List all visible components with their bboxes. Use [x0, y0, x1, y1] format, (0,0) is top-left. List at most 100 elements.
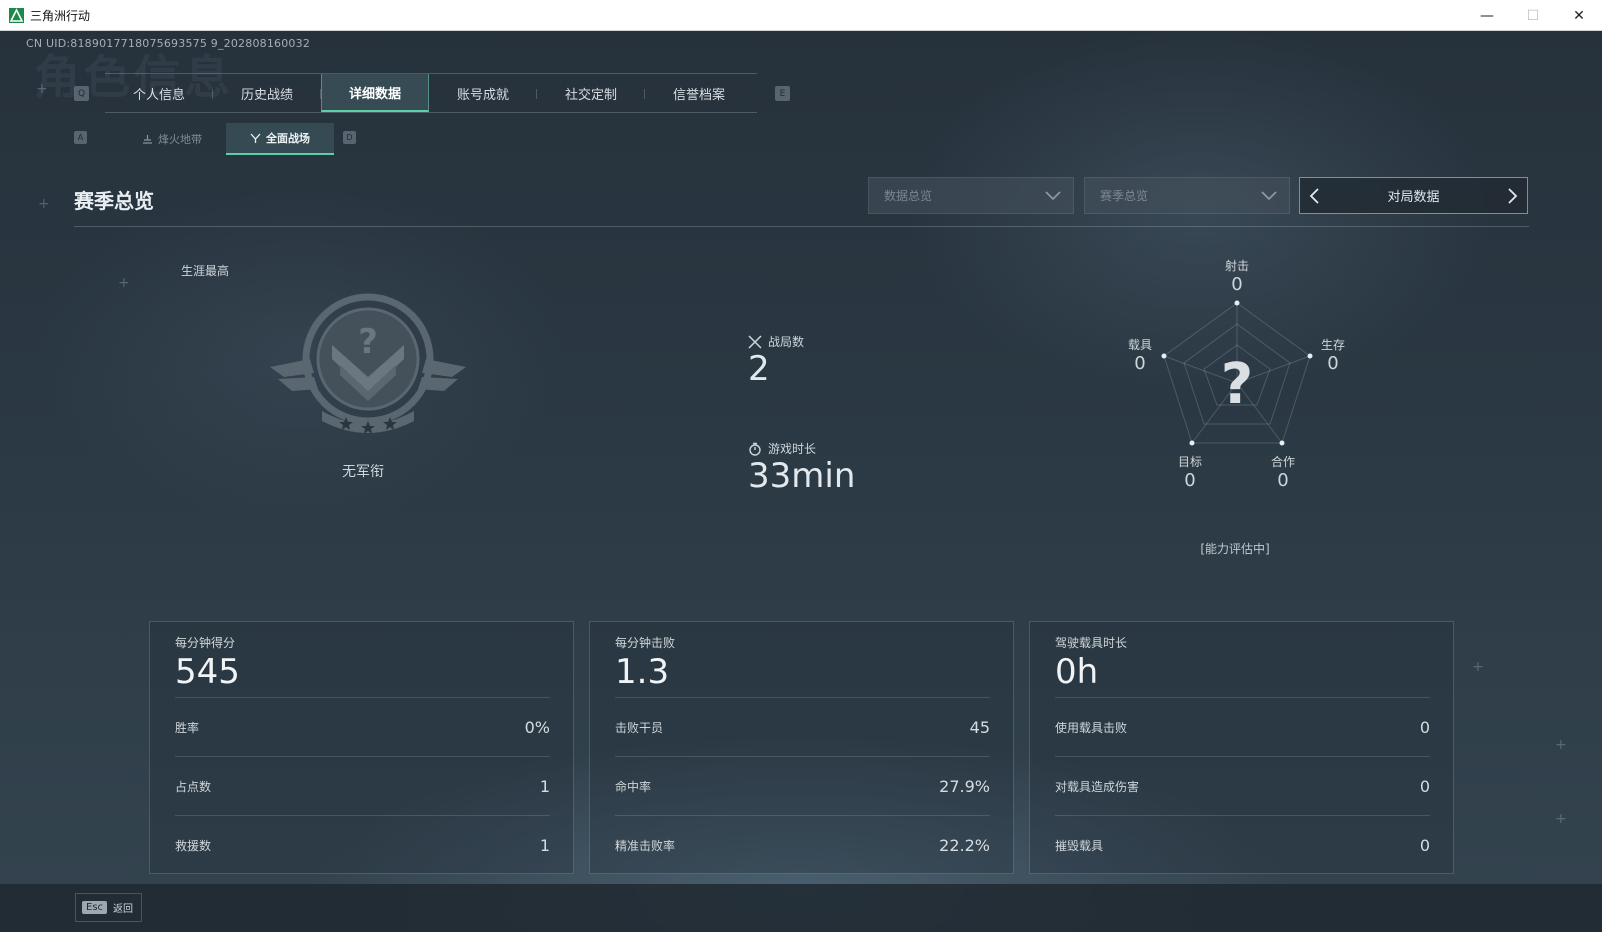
card-row: 胜率 0%: [175, 697, 550, 756]
data-type-dropdown[interactable]: 数据总览: [868, 177, 1074, 214]
section-divider: [74, 226, 1529, 227]
card-head-label: 驾驶载具时长: [1055, 636, 1128, 650]
card-head-value: 1.3: [615, 652, 670, 692]
chevron-down-icon: [1045, 191, 1061, 201]
grid-marker-icon: +: [36, 81, 48, 97]
tab-label: 社交定制: [564, 87, 617, 103]
row-value: 0: [1419, 835, 1430, 855]
subtab-hazard-zone[interactable]: 烽火地带: [118, 123, 226, 155]
row-value: 0: [1419, 717, 1430, 737]
back-button[interactable]: Esc 返回: [75, 893, 142, 922]
row-label: 占点数: [175, 779, 212, 794]
radar-axis-objective-label: 目标: [1177, 455, 1202, 469]
window-controls: — ☐ ✕: [1464, 0, 1602, 31]
sub-tab-bar: 烽火地带 全面战场: [118, 123, 334, 155]
switcher-label: 对局数据: [1387, 190, 1440, 205]
next-subtab-key-hint[interactable]: D: [343, 131, 356, 144]
esc-key-hint: Esc: [82, 901, 108, 914]
row-label: 胜率: [175, 720, 200, 735]
playtime-label: 游戏时长: [748, 440, 816, 457]
card-row: 精准击败率 22.2%: [615, 815, 990, 874]
grid-marker-icon: +: [118, 275, 130, 291]
minimize-button[interactable]: —: [1464, 0, 1510, 31]
playtime-value: 33min: [748, 456, 856, 496]
footer-bar: Esc 返回: [0, 884, 1602, 932]
radar-axis-shooting-value: 0: [1231, 274, 1243, 295]
row-label: 救援数: [175, 838, 212, 853]
radar-axis-vehicle-value: 0: [1134, 353, 1146, 374]
card-row: 使用载具击败 0: [1055, 697, 1430, 756]
window-titlebar: 三角洲行动 — ☐ ✕: [0, 0, 1602, 31]
subtab-battlefield[interactable]: 全面战场: [226, 123, 334, 155]
row-label: 命中率: [615, 779, 652, 794]
card-head-value: 0h: [1055, 652, 1099, 692]
tab-label: 历史战绩: [240, 87, 293, 103]
player-uid: CN UID:8189017718075693575 9_20280816003…: [26, 37, 311, 50]
next-tab-key-hint[interactable]: E: [775, 86, 790, 101]
stopwatch-icon: [749, 442, 761, 456]
game-viewport: 角色信息 CN UID:8189017718075693575 9_202808…: [0, 31, 1602, 932]
rank-name: 无军衔: [342, 464, 384, 480]
career-high-label: 生涯最高: [181, 264, 230, 278]
tab-reputation[interactable]: 信誉档案: [645, 74, 753, 112]
card-row: 占点数 1: [175, 756, 550, 815]
row-label: 对载具造成伤害: [1055, 779, 1140, 794]
stat-card-score: 每分钟得分 545 胜率 0% 占点数 1 救援数 1: [149, 621, 574, 874]
subtab-label: 烽火地带: [158, 133, 202, 146]
hazard-icon: [143, 134, 152, 144]
close-button[interactable]: ✕: [1556, 0, 1602, 31]
chevron-left-icon[interactable]: [1308, 187, 1322, 205]
radar-unknown-icon: ?: [1221, 352, 1253, 417]
card-row: 摧毁载具 0: [1055, 815, 1430, 874]
row-label: 使用载具击败: [1055, 720, 1128, 735]
back-label: 返回: [113, 904, 134, 915]
tab-label: 信誉档案: [672, 87, 725, 103]
tab-social[interactable]: 社交定制: [537, 74, 645, 112]
row-value: 27.9%: [939, 776, 990, 796]
app-logo-icon: [9, 7, 24, 23]
grid-marker-icon: +: [1555, 737, 1567, 753]
grid-marker-icon: +: [1472, 659, 1484, 675]
rank-badge-unknown-icon: ?: [270, 293, 466, 434]
matches-label-text: 战局数: [768, 335, 805, 349]
row-label: 精准击败率: [615, 838, 676, 853]
tab-personal-info[interactable]: 个人信息: [105, 74, 213, 112]
tab-history[interactable]: 历史战绩: [213, 74, 321, 112]
maximize-button[interactable]: ☐: [1510, 0, 1556, 31]
radar-axis-objective-value: 0: [1184, 470, 1196, 491]
radar-axis-teamwork-label: 合作: [1270, 455, 1295, 469]
crossed-swords-icon: [748, 334, 762, 349]
dropdown-value: 数据总览: [884, 189, 933, 203]
subtab-label: 全面战场: [266, 132, 310, 145]
radar-axis-vehicle-label: 载具: [1127, 338, 1152, 352]
tab-label: 账号成就: [456, 87, 509, 103]
grid-marker-icon: +: [1555, 811, 1567, 827]
tab-detailed-data[interactable]: 详细数据: [321, 74, 429, 112]
battlefield-icon: [250, 133, 261, 143]
chevron-right-icon[interactable]: [1505, 187, 1519, 205]
row-value: 0: [1419, 776, 1430, 796]
card-head-label: 每分钟击败: [615, 636, 676, 650]
stat-card-kills: 每分钟击败 1.3 击败干员 45 命中率 27.9% 精准击败率 22.2%: [589, 621, 1014, 874]
stat-card-vehicle: 驾驶载具时长 0h 使用载具击败 0 对载具造成伤害 0 摧毁载具 0: [1029, 621, 1454, 874]
radar-axis-shooting-label: 射击: [1224, 259, 1249, 273]
season-dropdown[interactable]: 赛季总览: [1084, 177, 1290, 214]
prev-tab-key-hint[interactable]: Q: [74, 86, 89, 101]
tab-achievements[interactable]: 账号成就: [429, 74, 537, 112]
matches-value: 2: [748, 349, 770, 389]
row-value: 22.2%: [939, 835, 990, 855]
tab-label: 个人信息: [132, 87, 185, 103]
card-row: 救援数 1: [175, 815, 550, 874]
card-row: 对载具造成伤害 0: [1055, 756, 1430, 815]
matches-label: 战局数: [748, 333, 804, 350]
card-row: 命中率 27.9%: [615, 756, 990, 815]
prev-subtab-key-hint[interactable]: A: [74, 131, 87, 144]
view-switcher[interactable]: 对局数据: [1299, 177, 1528, 214]
section-title: 赛季总览: [74, 189, 154, 213]
card-head-value: 545: [175, 652, 240, 692]
row-value: 1: [539, 835, 550, 855]
chevron-down-icon: [1261, 191, 1277, 201]
tab-label: 详细数据: [348, 86, 401, 102]
card-row: 击败干员 45: [615, 697, 990, 756]
radar-axis-survival-label: 生存: [1320, 338, 1345, 352]
